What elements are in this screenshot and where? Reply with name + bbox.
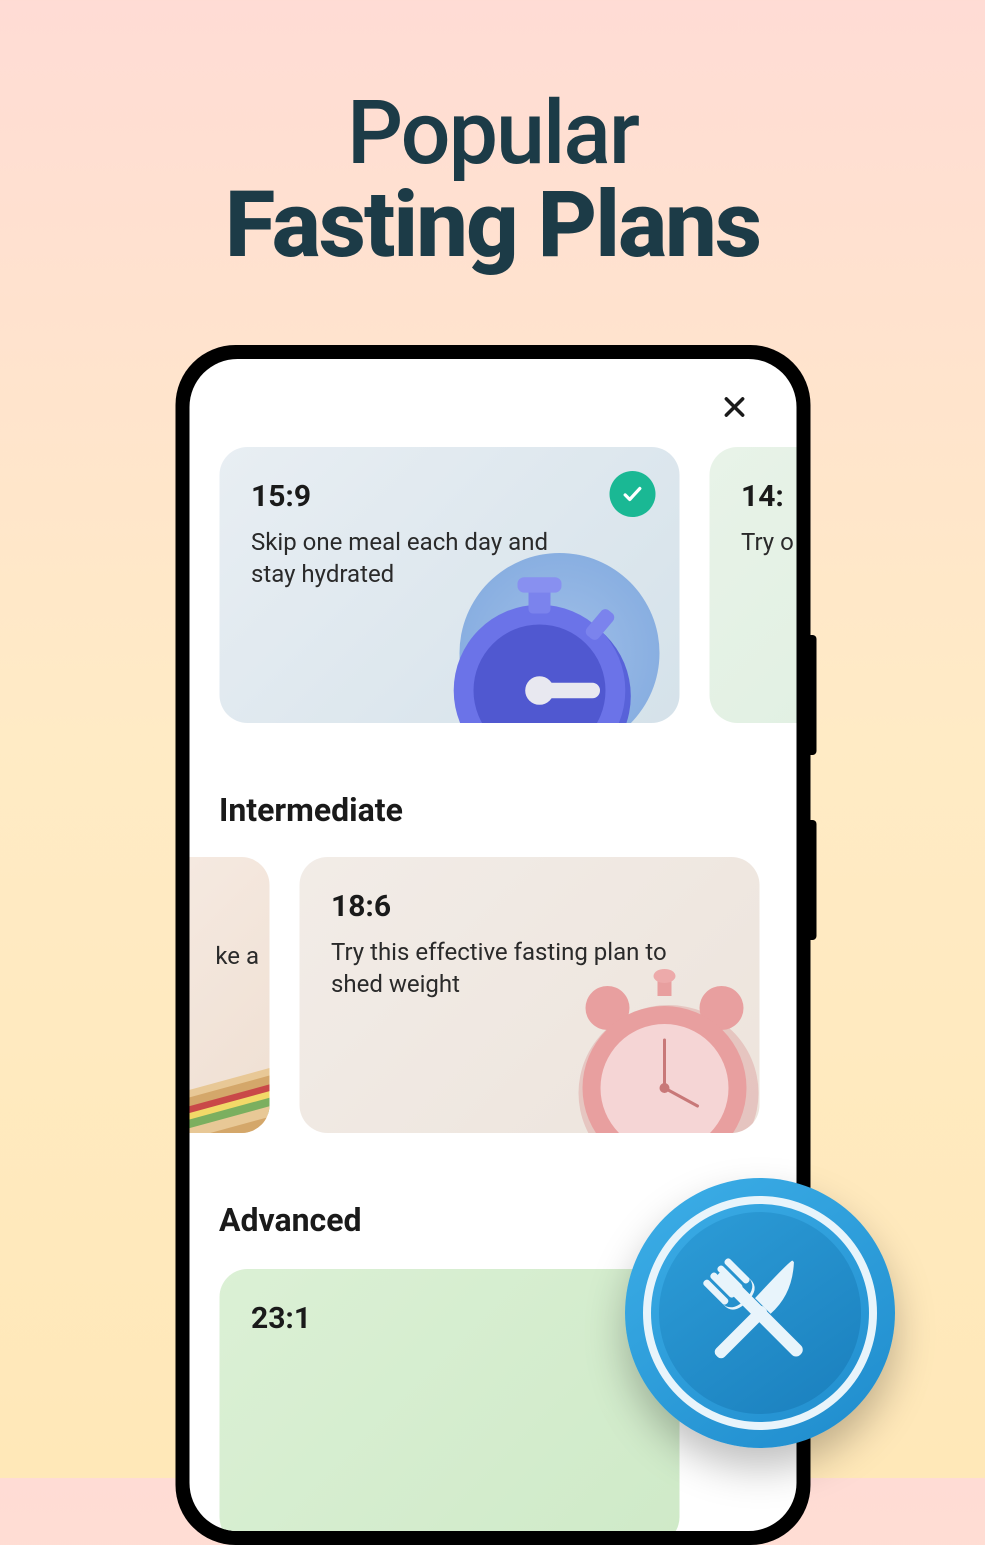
hero-title: Popular Fasting Plans: [0, 0, 985, 275]
plan-card-partial-left[interactable]: ke a: [189, 857, 269, 1133]
close-icon: [720, 393, 748, 421]
beginner-cards-row[interactable]: 15:9 Skip one meal each day and stay hyd…: [189, 447, 796, 723]
meal-fab-badge[interactable]: [625, 1178, 895, 1448]
section-title-intermediate: Intermediate: [189, 791, 403, 829]
plan-ratio: 15:9: [251, 479, 647, 514]
stopwatch-icon: [429, 553, 649, 723]
plan-card-14-10[interactable]: 14: Try o your: [709, 447, 796, 723]
phone-physical-button-2: [808, 820, 816, 940]
alarm-clock-icon: [549, 948, 759, 1133]
plan-description: Try o your: [741, 526, 796, 558]
plan-ratio: 18:6: [331, 889, 727, 924]
intermediate-cards-row[interactable]: ke a 18:6 Try this effective fas: [189, 857, 796, 1133]
plan-ratio: 23:1: [251, 1301, 647, 1336]
plan-ratio: 14:: [741, 479, 796, 514]
plan-card-23-1[interactable]: 23:1: [219, 1269, 679, 1531]
hero-title-line1: Popular: [0, 90, 985, 178]
plan-card-15-9[interactable]: 15:9 Skip one meal each day and stay hyd…: [219, 447, 679, 723]
plan-card-18-6[interactable]: 18:6 Try this effective fasting plan to …: [299, 857, 759, 1133]
section-title-advanced: Advanced: [189, 1201, 362, 1239]
close-button[interactable]: [714, 387, 754, 427]
hero-title-line2: Fasting Plans: [0, 178, 985, 275]
phone-physical-button-1: [808, 635, 816, 755]
sandwich-icon: [189, 1023, 269, 1133]
fork-knife-icon: [688, 1241, 833, 1386]
plan-description-partial: ke a: [215, 942, 259, 970]
selected-check-badge: [609, 471, 655, 517]
fab-inner-circle: [659, 1212, 861, 1414]
check-icon: [621, 483, 643, 505]
